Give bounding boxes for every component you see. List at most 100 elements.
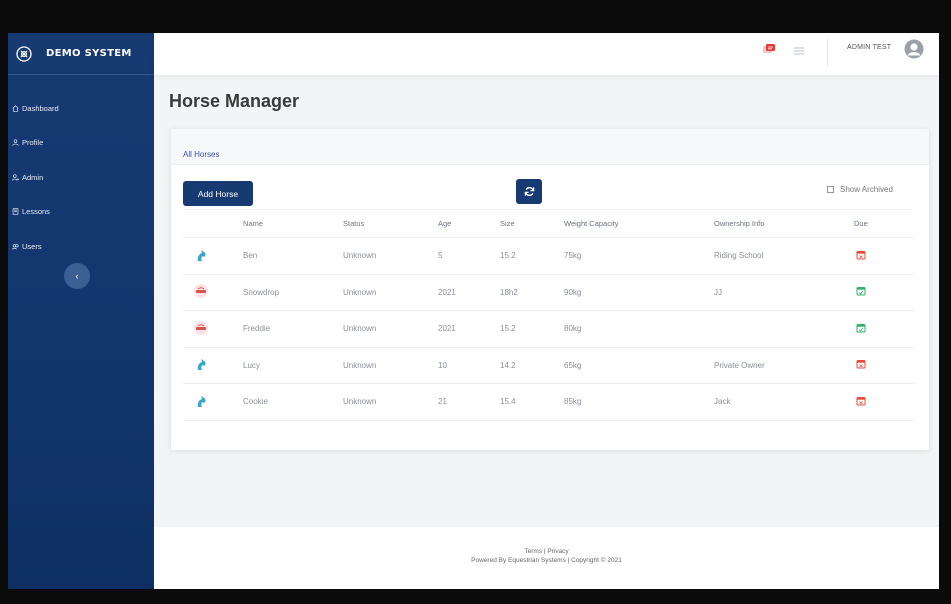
horse-due-cell: [854, 237, 914, 275]
calendar-due-red-icon[interactable]: [856, 250, 866, 260]
horse-status: Unknown: [343, 274, 438, 311]
calendar-due-green-icon[interactable]: [856, 323, 866, 333]
book-icon: [12, 208, 19, 215]
horse-weight-capacity: 85kg: [564, 383, 714, 421]
topbar-divider: [827, 39, 828, 67]
table-header-row: Name Status Age Size Weight Capacity Own…: [183, 209, 914, 238]
page-title: Horse Manager: [169, 91, 300, 111]
horse-ownership: Jack: [714, 383, 854, 421]
horse-age: 21: [438, 383, 500, 421]
header-status[interactable]: Status: [343, 209, 438, 238]
table-row[interactable]: Freddie Unknown 2021 15.2 80kg: [183, 310, 914, 348]
calendar-due-red-icon[interactable]: [856, 396, 866, 406]
brand-name: DEMO SYSTEM: [46, 48, 132, 59]
horse-weight-capacity: 75kg: [564, 237, 714, 275]
avatar-icon[interactable]: [904, 39, 924, 59]
horse-size: 15.2: [500, 310, 564, 348]
sidebar-item-dashboard[interactable]: Dashboard: [8, 91, 154, 126]
horse-size: 18h2: [500, 274, 564, 311]
horse-weight-capacity: 80kg: [564, 310, 714, 348]
horse-head-icon: [197, 395, 206, 407]
horse-status: Unknown: [343, 347, 438, 384]
chevron-left-icon: ‹: [75, 271, 79, 281]
add-horse-button[interactable]: Add Horse: [183, 181, 253, 206]
users-icon: [12, 243, 19, 250]
horse-due-cell: [854, 310, 914, 348]
horse-avatar-cell: [183, 347, 243, 384]
show-archived-checkbox[interactable]: [827, 186, 834, 193]
home-icon: [12, 104, 19, 112]
horse-ownership: [714, 310, 854, 348]
horse-avatar-cell: [183, 310, 243, 348]
horse-badge-icon: [194, 284, 208, 299]
brand-logo-icon: [16, 45, 32, 62]
horses-card: All Horses Add Horse Show Archived Name …: [171, 129, 929, 450]
header-weight-capacity[interactable]: Weight Capacity: [564, 209, 714, 238]
sidebar: DEMO SYSTEM Dashboard Profile Admin Less…: [8, 33, 154, 589]
footer-copyright: Powered By Equestrian Systems | Copyrigh…: [471, 557, 622, 564]
sidebar-item-label: Lessons: [22, 207, 50, 217]
header-due[interactable]: Due: [854, 209, 914, 238]
horse-size: 15.4: [500, 383, 564, 421]
sidebar-item-label: Profile: [22, 138, 44, 148]
horse-head-icon: [197, 249, 206, 261]
header-name[interactable]: Name: [243, 209, 343, 238]
sidebar-item-admin[interactable]: Admin: [8, 160, 154, 195]
table-row[interactable]: Cookie Unknown 21 15.4 85kg Jack: [183, 383, 914, 421]
horse-age: 2021: [438, 274, 500, 311]
calendar-due-red-icon[interactable]: [856, 359, 866, 369]
horse-age: 2021: [438, 310, 500, 348]
user-name[interactable]: ADMIN TEST: [847, 44, 891, 51]
horse-weight-capacity: 65kg: [564, 347, 714, 384]
horse-avatar-cell: [183, 237, 243, 275]
horse-ownership: Riding School: [714, 237, 854, 275]
refresh-button[interactable]: [516, 179, 542, 204]
footer-links[interactable]: Terms | Privacy: [154, 547, 939, 556]
horse-due-cell: [854, 274, 914, 311]
horse-avatar-cell: [183, 383, 243, 421]
app-screen: DEMO SYSTEM Dashboard Profile Admin Less…: [8, 33, 939, 589]
header-age[interactable]: Age: [438, 209, 500, 238]
sidebar-item-label: Dashboard: [22, 103, 59, 113]
header-ownership-info[interactable]: Ownership Info: [714, 209, 854, 238]
sidebar-item-users[interactable]: Users: [8, 229, 154, 264]
user-icon: [12, 139, 19, 147]
tab-all-horses[interactable]: All Horses: [183, 150, 219, 159]
sidebar-collapse-button[interactable]: ‹: [64, 263, 90, 289]
table-row[interactable]: Ben Unknown 5 15.2 75kg Riding School: [183, 237, 914, 275]
horse-name: Cookie: [243, 383, 343, 421]
topbar: ADMIN TEST: [154, 33, 939, 75]
horse-head-icon: [197, 359, 206, 371]
horse-status: Unknown: [343, 383, 438, 421]
horse-name: Snowdrop: [243, 274, 343, 311]
horse-name: Freddie: [243, 310, 343, 348]
horse-badge-icon: [194, 320, 208, 335]
show-archived-toggle[interactable]: Show Archived: [827, 185, 893, 194]
sidebar-item-label: Users: [22, 241, 42, 251]
notification-chat-icon[interactable]: [762, 43, 776, 55]
horse-weight-capacity: 90kg: [564, 274, 714, 311]
header-avatar: [183, 209, 243, 238]
horse-ownership: JJ: [714, 274, 854, 311]
horses-table: Name Status Age Size Weight Capacity Own…: [183, 209, 914, 421]
horse-status: Unknown: [343, 310, 438, 348]
horse-status: Unknown: [343, 237, 438, 275]
horse-size: 15.2: [500, 237, 564, 275]
users-cog-icon: [12, 174, 19, 181]
table-row[interactable]: Lucy Unknown 10 14.2 65kg Private Owner: [183, 347, 914, 384]
sidebar-nav: Dashboard Profile Admin Lessons Users: [8, 91, 154, 264]
menu-lines-icon[interactable]: [793, 46, 805, 56]
brand[interactable]: DEMO SYSTEM: [8, 33, 154, 75]
sidebar-item-label: Admin: [22, 172, 44, 182]
horse-age: 5: [438, 237, 500, 275]
table-row[interactable]: Snowdrop Unknown 2021 18h2 90kg JJ: [183, 274, 914, 311]
horse-name: Ben: [243, 237, 343, 275]
horse-avatar-cell: [183, 274, 243, 311]
calendar-due-green-icon[interactable]: [856, 286, 866, 296]
sidebar-item-lessons[interactable]: Lessons: [8, 195, 154, 230]
card-header: All Horses: [171, 129, 929, 165]
sidebar-item-profile[interactable]: Profile: [8, 126, 154, 161]
horse-size: 14.2: [500, 347, 564, 384]
header-size[interactable]: Size: [500, 209, 564, 238]
horse-name: Lucy: [243, 347, 343, 384]
